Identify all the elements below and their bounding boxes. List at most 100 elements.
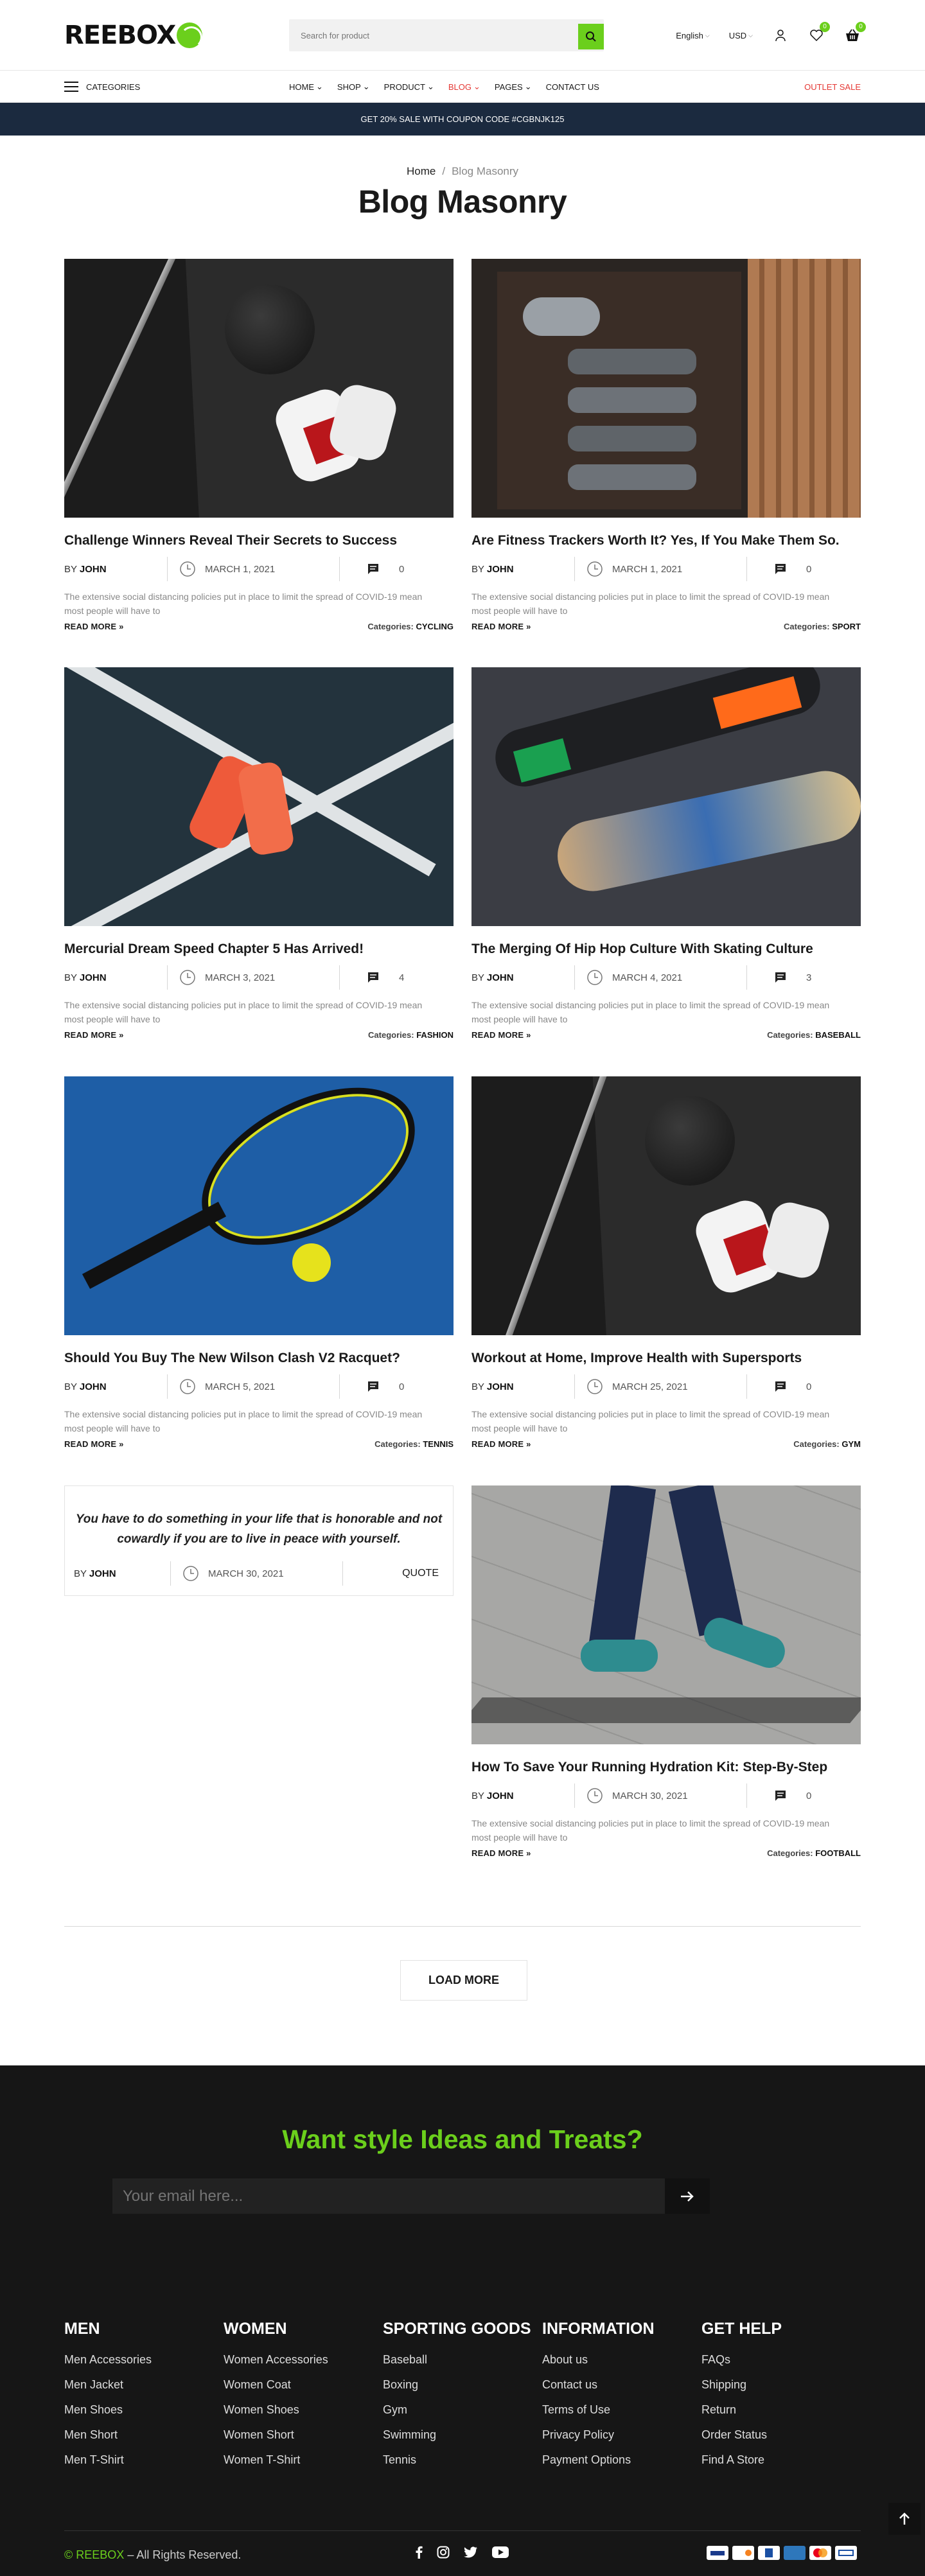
footer-link[interactable]: Women Short: [224, 2423, 383, 2448]
read-more-link[interactable]: READ MORE »: [64, 1030, 124, 1040]
post-title[interactable]: Challenge Winners Reveal Their Secrets t…: [64, 533, 454, 548]
read-more-link[interactable]: READ MORE »: [64, 1439, 124, 1449]
footer-link[interactable]: Men T-Shirt: [64, 2448, 224, 2473]
post-image[interactable]: [64, 259, 454, 518]
read-more-link[interactable]: READ MORE »: [471, 1439, 531, 1449]
footer-link[interactable]: Women Accessories: [224, 2347, 383, 2372]
footer-link[interactable]: Privacy Policy: [542, 2423, 701, 2448]
footer-link[interactable]: Men Accessories: [64, 2347, 224, 2372]
post-title[interactable]: Are Fitness Trackers Worth It? Yes, If Y…: [471, 533, 861, 548]
nav-item-blog[interactable]: BLOG ⌄: [448, 82, 480, 92]
search-input[interactable]: [289, 19, 559, 51]
footer-link[interactable]: About us: [542, 2347, 701, 2372]
cart-button[interactable]: 0: [844, 22, 866, 44]
breadcrumb-home[interactable]: Home: [407, 165, 436, 177]
footer-link[interactable]: Return: [701, 2397, 861, 2423]
footer-link[interactable]: Shipping: [701, 2372, 861, 2397]
post-comments[interactable]: 0: [747, 563, 811, 575]
blog-post-card: The Merging Of Hip Hop Culture With Skat…: [471, 667, 861, 1040]
read-more-link[interactable]: READ MORE »: [471, 622, 531, 631]
category-link[interactable]: CYCLING: [416, 622, 454, 631]
footer-link[interactable]: Order Status: [701, 2423, 861, 2448]
language-select[interactable]: English ⌵: [676, 31, 709, 40]
author-name[interactable]: JOHN: [487, 1381, 514, 1392]
category-link[interactable]: TENNIS: [423, 1439, 454, 1449]
post-comments[interactable]: 0: [340, 563, 404, 575]
youtube-icon[interactable]: [492, 2546, 509, 2558]
search-button[interactable]: [578, 24, 604, 49]
post-comments[interactable]: 0: [747, 1789, 811, 1802]
post-title[interactable]: Workout at Home, Improve Health with Sup…: [471, 1351, 861, 1366]
footer-link[interactable]: Contact us: [542, 2372, 701, 2397]
nav-item-shop[interactable]: SHOP ⌄: [337, 82, 370, 92]
footer-link[interactable]: Gym: [383, 2397, 542, 2423]
footer-link[interactable]: Payment Options: [542, 2448, 701, 2473]
twitter-icon[interactable]: [464, 2546, 478, 2558]
nav-item-contact[interactable]: CONTACT US: [546, 82, 599, 92]
facebook-icon[interactable]: [415, 2546, 423, 2559]
post-title[interactable]: How To Save Your Running Hydration Kit: …: [471, 1760, 861, 1775]
categories-toggle[interactable]: CATEGORIES: [64, 82, 289, 92]
author-name[interactable]: JOHN: [487, 972, 514, 983]
category-link[interactable]: FOOTBALL: [815, 1848, 861, 1858]
category-link[interactable]: FASHION: [416, 1030, 454, 1040]
post-comments[interactable]: 4: [340, 971, 404, 984]
author-name[interactable]: JOHN: [487, 1791, 514, 1801]
nav-item-product[interactable]: PRODUCT ⌄: [384, 82, 434, 92]
footer-link[interactable]: Women T-Shirt: [224, 2448, 383, 2473]
footer-link[interactable]: Women Coat: [224, 2372, 383, 2397]
footer-link[interactable]: Baseball: [383, 2347, 542, 2372]
post-comments[interactable]: 3: [747, 971, 811, 984]
quote-post[interactable]: You have to do something in your life th…: [64, 1485, 454, 1596]
author-name[interactable]: JOHN: [80, 564, 107, 575]
author-name[interactable]: JOHN: [80, 972, 107, 983]
outlet-sale-link[interactable]: OUTLET SALE: [804, 82, 861, 92]
currency-label: USD: [728, 30, 747, 40]
post-image[interactable]: [471, 259, 861, 518]
post-image[interactable]: [471, 1485, 861, 1744]
footer-link[interactable]: Swimming: [383, 2423, 542, 2448]
author-name[interactable]: JOHN: [89, 1568, 116, 1579]
copyright-brand[interactable]: REEBOX: [76, 2548, 124, 2561]
post-image[interactable]: [471, 1076, 861, 1335]
post-image[interactable]: [471, 667, 861, 926]
footer-link[interactable]: Boxing: [383, 2372, 542, 2397]
subscribe-button[interactable]: [665, 2178, 710, 2214]
post-comments[interactable]: 0: [340, 1380, 404, 1393]
nav-label: PRODUCT: [383, 82, 425, 92]
load-more-button[interactable]: LOAD MORE: [400, 1960, 527, 2001]
post-title[interactable]: Should You Buy The New Wilson Clash V2 R…: [64, 1351, 454, 1366]
author-name[interactable]: JOHN: [487, 564, 514, 575]
footer-link[interactable]: Find A Store: [701, 2448, 861, 2473]
email-input[interactable]: [112, 2178, 665, 2214]
footer-link[interactable]: Women Shoes: [224, 2397, 383, 2423]
post-image[interactable]: [64, 1076, 454, 1335]
footer-link[interactable]: Terms of Use: [542, 2397, 701, 2423]
category-link[interactable]: GYM: [841, 1439, 861, 1449]
nav-item-pages[interactable]: PAGES ⌄: [495, 82, 532, 92]
nav-item-home[interactable]: HOME ⌄: [289, 82, 323, 92]
post-title[interactable]: The Merging Of Hip Hop Culture With Skat…: [471, 942, 861, 957]
category-link[interactable]: BASEBALL: [815, 1030, 861, 1040]
read-more-link[interactable]: READ MORE »: [64, 622, 124, 631]
back-to-top-button[interactable]: [888, 2503, 921, 2535]
wishlist-button[interactable]: 0: [808, 22, 830, 44]
footer-link[interactable]: Men Shoes: [64, 2397, 224, 2423]
account-button[interactable]: [772, 27, 789, 44]
instagram-icon[interactable]: [437, 2546, 450, 2559]
read-more-link[interactable]: READ MORE »: [471, 1030, 531, 1040]
read-more-link[interactable]: READ MORE »: [471, 1848, 531, 1858]
footer-link[interactable]: Men Jacket: [64, 2372, 224, 2397]
footer-link[interactable]: Tennis: [383, 2448, 542, 2473]
footer-link[interactable]: Men Short: [64, 2423, 224, 2448]
currency-select[interactable]: USD ⌵: [729, 31, 753, 40]
post-title[interactable]: Mercurial Dream Speed Chapter 5 Has Arri…: [64, 942, 454, 957]
author-name[interactable]: JOHN: [80, 1381, 107, 1392]
post-footer: READ MORE » Categories: FOOTBALL: [471, 1848, 861, 1858]
logo[interactable]: REEBOX: [64, 21, 289, 50]
footer-link[interactable]: FAQs: [701, 2347, 861, 2372]
category-link[interactable]: SPORT: [832, 622, 861, 631]
post-comments[interactable]: 0: [747, 1380, 811, 1393]
search-bar: [289, 19, 604, 51]
post-image[interactable]: [64, 667, 454, 926]
